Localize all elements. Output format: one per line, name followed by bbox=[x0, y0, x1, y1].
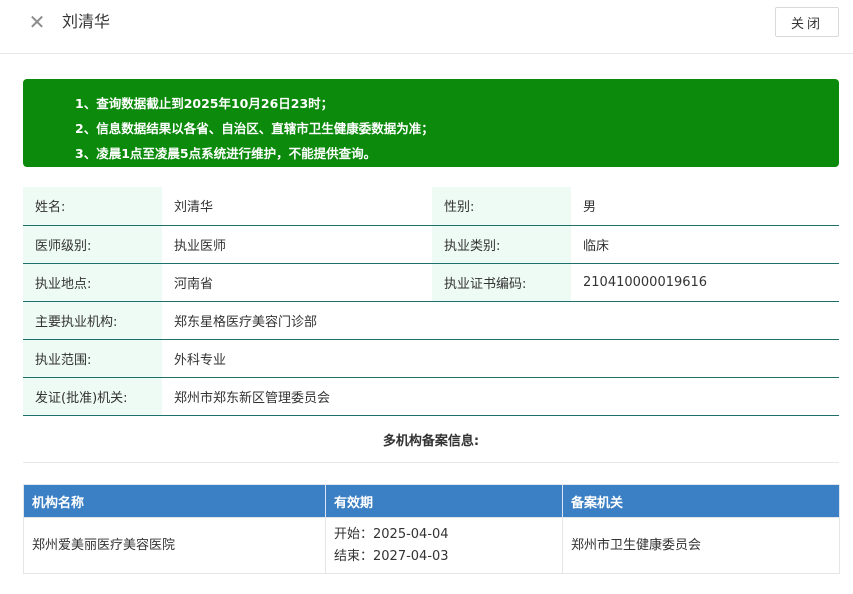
location-label: 执业地点: bbox=[23, 263, 162, 302]
records-header-row: 机构名称 有效期 备案机关 bbox=[23, 484, 840, 518]
info-row-institution: 主要执业机构: 郑东星格医疗美容门诊部 bbox=[23, 301, 839, 340]
category-value: 临床 bbox=[571, 225, 839, 264]
notice-line-2: 2、信息数据结果以各省、自治区、直辖市卫生健康委数据为准； bbox=[75, 121, 434, 136]
record-validity: 开始：2025-04-04 结束：2027-04-03 bbox=[325, 517, 563, 574]
cert-value: 210410000019616 bbox=[571, 263, 839, 302]
cert-label: 执业证书编码: bbox=[432, 263, 571, 302]
name-value: 刘清华 bbox=[162, 187, 432, 226]
notice-banner: 1、查询数据截止到2025年10月26日23时； 2、信息数据结果以各省、自治区… bbox=[23, 79, 839, 167]
info-row-scope: 执业范围: 外科专业 bbox=[23, 339, 839, 378]
record-authority: 郑州市卫生健康委员会 bbox=[562, 517, 840, 574]
records-table: 机构名称 有效期 备案机关 郑州爱美丽医疗美容医院 开始：2025-04-04 … bbox=[23, 484, 840, 574]
record-start-date: 开始：2025-04-04 bbox=[334, 526, 449, 542]
name-label: 姓名: bbox=[23, 187, 162, 226]
institution-label: 主要执业机构: bbox=[23, 301, 162, 340]
info-row-level: 医师级别: 执业医师 执业类别: 临床 bbox=[23, 225, 839, 264]
gender-label: 性别: bbox=[432, 187, 571, 226]
scope-label: 执业范围: bbox=[23, 339, 162, 378]
column-header-validity: 有效期 bbox=[325, 484, 563, 518]
level-label: 医师级别: bbox=[23, 225, 162, 264]
location-value: 河南省 bbox=[162, 263, 432, 302]
issuer-value: 郑州市郑东新区管理委员会 bbox=[162, 377, 839, 416]
notice-line-1: 1、查询数据截止到2025年10月26日23时； bbox=[75, 96, 334, 111]
gender-value: 男 bbox=[571, 187, 839, 226]
level-value: 执业医师 bbox=[162, 225, 432, 264]
page-title: 刘清华 bbox=[62, 12, 111, 31]
notice-line-3: 3、凌晨1点至凌晨5点系统进行维护，不能提供查询。 bbox=[75, 146, 377, 161]
scope-value: 外科专业 bbox=[162, 339, 839, 378]
records-title: 多机构备案信息: bbox=[23, 421, 839, 463]
column-header-institution: 机构名称 bbox=[23, 484, 326, 518]
institution-value: 郑东星格医疗美容门诊部 bbox=[162, 301, 839, 340]
issuer-label: 发证(批准)机关: bbox=[23, 377, 162, 416]
record-institution: 郑州爱美丽医疗美容医院 bbox=[23, 517, 326, 574]
info-row-issuer: 发证(批准)机关: 郑州市郑东新区管理委员会 bbox=[23, 377, 839, 416]
close-button[interactable]: 关闭 bbox=[775, 7, 839, 37]
info-row-location: 执业地点: 河南省 执业证书编码: 210410000019616 bbox=[23, 263, 839, 302]
column-header-authority: 备案机关 bbox=[562, 484, 840, 518]
dialog-header: ✕ 刘清华 关闭 bbox=[0, 0, 853, 54]
category-label: 执业类别: bbox=[432, 225, 571, 264]
physician-info-table: 姓名: 刘清华 性别: 男 医师级别: 执业医师 执业类别: 临床 执业地点: … bbox=[23, 187, 839, 416]
info-row-name: 姓名: 刘清华 性别: 男 bbox=[23, 187, 839, 226]
record-end-date: 结束：2027-04-03 bbox=[334, 548, 449, 564]
table-row: 郑州爱美丽医疗美容医院 开始：2025-04-04 结束：2027-04-03 … bbox=[23, 517, 840, 574]
close-icon[interactable]: ✕ bbox=[27, 12, 47, 32]
